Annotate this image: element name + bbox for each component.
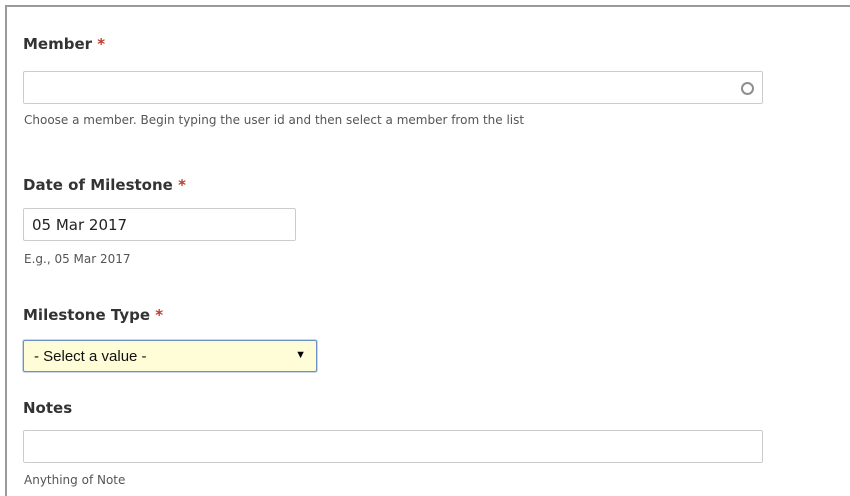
date-of-milestone-label: Date of Milestone * <box>23 176 186 194</box>
form-panel: Member * Choose a member. Begin typing t… <box>5 5 850 496</box>
notes-description: Anything of Note <box>24 473 126 487</box>
autocomplete-throbber-icon <box>741 82 754 95</box>
date-of-milestone-input[interactable] <box>23 208 296 241</box>
milestone-type-selected-value: - Select a value - <box>34 348 147 365</box>
date-of-milestone-description: E.g., 05 Mar 2017 <box>24 252 131 266</box>
milestone-type-required-marker: * <box>155 306 164 324</box>
member-autocomplete-input[interactable] <box>23 71 763 104</box>
dropdown-arrow-icon: ▼ <box>295 349 306 361</box>
member-label: Member * <box>23 35 105 53</box>
notes-label-text: Notes <box>23 399 73 417</box>
milestone-type-select[interactable]: - Select a value - ▼ <box>23 340 317 372</box>
date-of-milestone-required-marker: * <box>178 176 186 194</box>
milestone-type-label: Milestone Type * <box>23 306 163 324</box>
notes-label: Notes <box>23 399 72 417</box>
member-description: Choose a member. Begin typing the user i… <box>24 113 525 127</box>
date-of-milestone-label-text: Date of Milestone <box>23 176 173 194</box>
member-label-text: Member <box>23 35 93 53</box>
notes-input[interactable] <box>23 430 763 463</box>
member-required-marker: * <box>97 35 106 53</box>
milestone-type-label-text: Milestone Type <box>23 306 151 324</box>
